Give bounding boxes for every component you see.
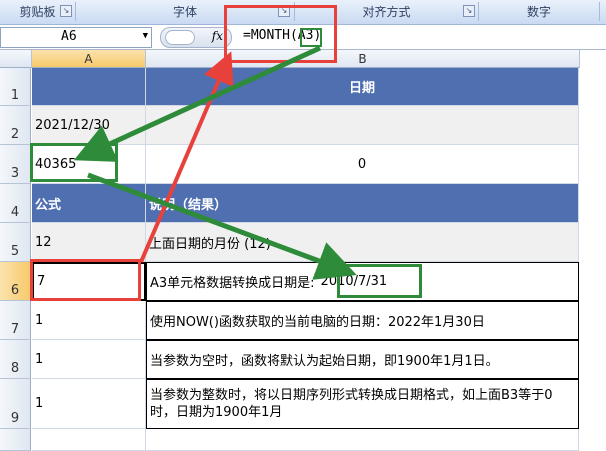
cell-b4[interactable]: 说明（结果） [146,184,579,223]
cell-a5[interactable]: 12 [32,223,146,262]
name-box[interactable]: A6 ▼ [0,27,152,48]
fx-icon: fx [211,29,223,43]
row-header-5[interactable]: 5 [0,223,31,262]
ribbon-group-label: 剪贴板 [19,5,56,19]
source-cell-highlight-box [30,143,118,182]
cell-text: 使用NOW()函数获取的当前电脑的日期：2022年1月30日 [150,315,485,330]
cell-a7[interactable]: 1 [32,301,146,340]
row-label: 2 [10,127,20,142]
cell-a4[interactable]: 公式 [32,184,146,223]
row-header-3[interactable]: 3 [0,145,31,184]
cell-text: 说明（结果） [149,197,228,213]
cell-text: 1 [35,351,44,367]
formula-bar-resize-handle[interactable] [165,30,195,45]
row-header-1[interactable]: 1 [0,68,31,106]
cell-b7[interactable]: 使用NOW()函数获取的当前电脑的日期：2022年1月30日 [146,301,579,340]
cell-text: 0 [357,156,367,172]
ribbon-group-number[interactable]: 数字 [479,2,600,21]
cell-text: 公式 [35,197,62,213]
row-header-7[interactable]: 7 [0,301,31,340]
cell-a8[interactable]: 1 [32,340,146,379]
column-header-a[interactable]: A [32,50,146,68]
row-label: 7 [10,322,20,337]
dialog-launcher-icon[interactable]: ↘ [60,5,72,17]
cell-b10[interactable] [146,429,579,451]
cell-b9[interactable]: 当参数为整数时，将以日期序列形式转换成日期格式，如上面B3等于0时，日期为190… [146,379,579,429]
cell-text: 1 [35,396,44,411]
row-header-9[interactable]: 9 [0,379,31,429]
cell-text: 上面日期的月份 (12) [149,236,271,252]
chevron-down-icon[interactable]: ▼ [143,31,148,41]
column-label: B [358,51,367,66]
cell-b3[interactable]: 0 [146,145,579,184]
row-label: 8 [10,361,20,376]
row-label: 4 [10,205,20,220]
row-label: 9 [10,411,20,426]
cell-a2[interactable]: 2021/12/30 [32,106,146,145]
cell-text: 1 [35,312,44,328]
dialog-launcher-icon[interactable]: ↘ [463,5,475,17]
cell-a9[interactable]: 1 [32,379,146,429]
row-header-10[interactable] [0,429,31,451]
ribbon-group-label: 字体 [172,5,197,19]
row-header-8[interactable]: 8 [0,340,31,379]
cell-text: 当参数为整数时，将以日期序列形式转换成日期格式，如上面B3等于0时，日期为190… [150,388,553,420]
cell-a10[interactable] [32,429,146,451]
row-header-6[interactable]: 6 [0,262,31,301]
row-header-4[interactable]: 4 [0,184,31,223]
cell-text: A3单元格数据转换成日期是: [150,276,315,291]
cell-b2[interactable] [146,106,579,145]
row-label: 1 [10,88,20,103]
cell-b5[interactable]: 上面日期的月份 (12) [146,223,579,262]
date-highlight-box [337,264,422,298]
row-label: 5 [10,244,20,259]
ribbon-group-label: 数字 [526,5,551,19]
argument-highlight-box [300,28,322,47]
cell-text: 日期 [348,81,375,96]
column-header-b[interactable]: B [146,50,580,68]
cell-b8[interactable]: 当参数为空时，函数将默认为起始日期，即1900年1月1日。 [146,340,579,379]
cell-a1[interactable] [32,68,146,106]
insert-function-button[interactable]: fx [160,27,232,48]
cell-text: 2021/12/30 [35,117,110,133]
result-cell-highlight-box [30,259,141,301]
cell-text: 当参数为空时，函数将默认为起始日期，即1900年1月1日。 [150,354,499,369]
column-label: A [84,51,93,66]
row-label: 6 [10,283,20,298]
select-all-corner[interactable] [0,50,32,68]
row-header-2[interactable]: 2 [0,106,31,145]
ribbon-group-label: 对齐方式 [362,5,411,19]
cell-b1[interactable]: 日期 [146,68,579,106]
cell-text: 12 [35,234,52,250]
row-label: 3 [10,166,20,181]
name-box-value: A6 [61,29,77,44]
